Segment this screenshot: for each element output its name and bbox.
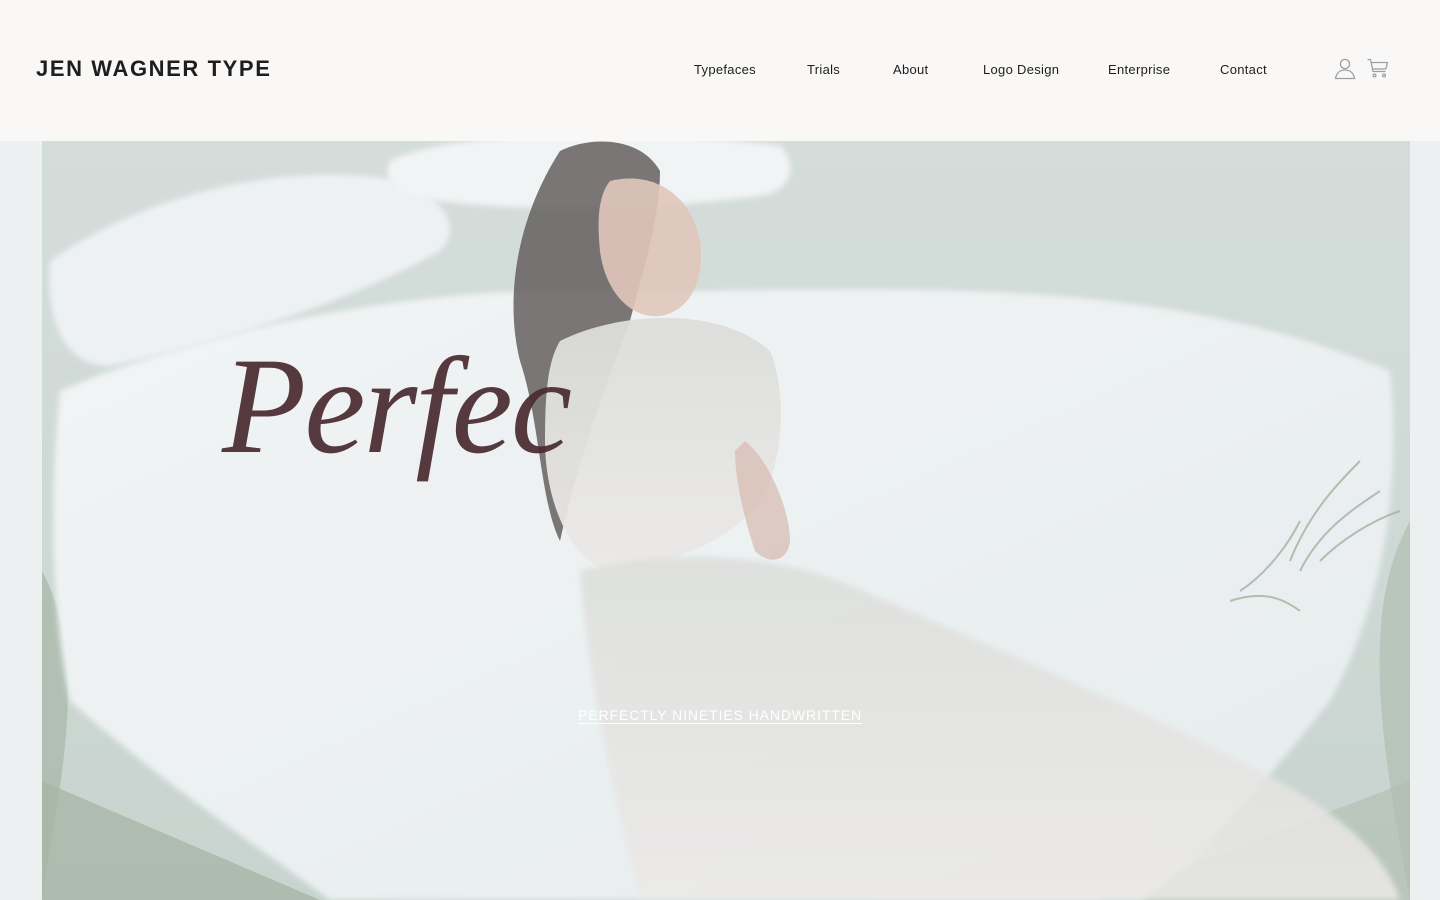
- nav-item-contact[interactable]: Contact: [1220, 62, 1267, 77]
- nav-item-logo-design[interactable]: Logo Design: [983, 62, 1059, 77]
- nav-item-about[interactable]: About: [893, 62, 928, 77]
- typeface-specimen: Perfec: [222, 329, 572, 482]
- cart-icon[interactable]: [1366, 56, 1390, 80]
- site-header: JEN WAGNER TYPE Typefaces Trials About L…: [0, 0, 1440, 141]
- main-nav: Typefaces Trials About Logo Design Enter…: [0, 62, 1440, 82]
- nav-item-typefaces[interactable]: Typefaces: [694, 62, 756, 77]
- hero-cta-link-wrapper: PERFECTLY NINETIES HANDWRITTEN: [0, 707, 1440, 723]
- hero-banner: Perfec PERFECTLY NINETIES HANDWRITTEN: [0, 141, 1440, 900]
- hero-cta-link[interactable]: PERFECTLY NINETIES HANDWRITTEN: [578, 707, 862, 723]
- nav-item-enterprise[interactable]: Enterprise: [1108, 62, 1170, 77]
- hero-photo: [0, 141, 1440, 900]
- nav-item-trials[interactable]: Trials: [807, 62, 840, 77]
- user-icon[interactable]: [1333, 56, 1357, 80]
